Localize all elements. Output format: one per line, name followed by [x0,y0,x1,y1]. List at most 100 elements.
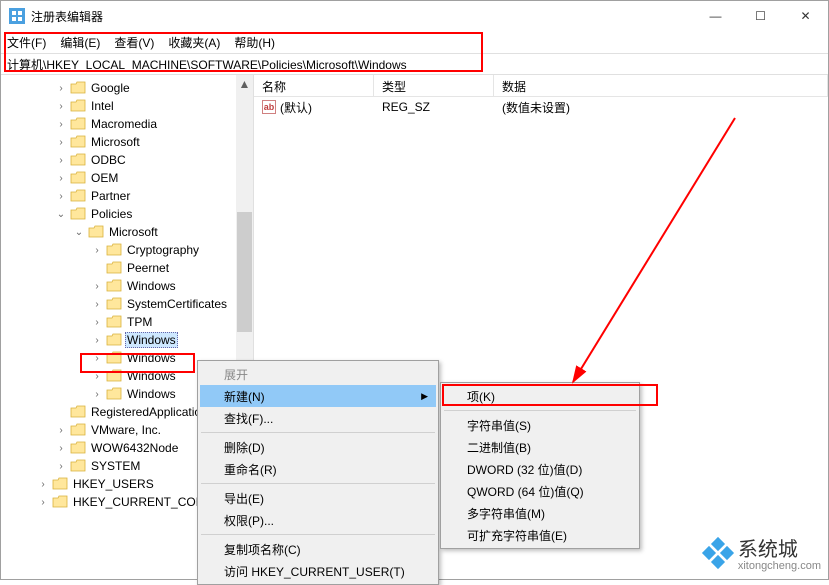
expand-toggle-icon[interactable]: › [55,137,67,148]
expand-toggle-icon[interactable]: › [91,353,103,364]
menu-favorites[interactable]: 收藏夹(A) [168,34,220,51]
expand-toggle-icon[interactable]: ⌄ [73,227,85,238]
sub-new-expand[interactable]: 可扩充字符串值(E) [443,524,637,546]
col-type[interactable]: 类型 [374,75,494,96]
expand-toggle-icon[interactable]: › [55,155,67,166]
tree-node[interactable]: ⌄ Policies [7,205,253,223]
tree-node[interactable]: › ODBC [7,151,253,169]
menu-file[interactable]: 文件(F) [7,34,46,51]
tree-node-label: Windows [125,351,178,365]
expand-toggle-icon[interactable]: ⌄ [55,209,67,220]
tree-node[interactable]: ›Windows [7,277,253,295]
address-bar[interactable]: 计算机\HKEY_LOCAL_MACHINE\SOFTWARE\Policies… [1,53,828,75]
tree-node-label: ODBC [89,153,128,167]
folder-icon [70,207,86,221]
tree-node-label: Cryptography [125,243,201,257]
app-icon [9,8,25,24]
submenu-arrow-icon: ▶ [421,391,428,402]
expand-toggle-icon[interactable]: › [37,479,49,490]
sub-new-binary[interactable]: 二进制值(B) [443,436,637,458]
scroll-up-icon[interactable]: ▲ [236,75,253,92]
ctx-permissions[interactable]: 权限(P)... [200,509,436,531]
folder-icon [70,423,86,437]
separator [444,410,636,411]
folder-icon [70,135,86,149]
tree-node-label: VMware, Inc. [89,423,163,437]
tree-node-label: Windows [125,387,178,401]
minimize-button[interactable]: — [693,1,738,31]
tree-node[interactable]: › Partner [7,187,253,205]
ctx-expand[interactable]: 展开 [200,363,436,385]
col-name[interactable]: 名称 [254,75,374,96]
tree-node-label: Google [89,81,132,95]
ctx-delete[interactable]: 删除(D) [200,436,436,458]
expand-toggle-icon[interactable]: › [91,389,103,400]
sub-new-dword[interactable]: DWORD (32 位)值(D) [443,458,637,480]
tree-node[interactable]: › Cryptography [7,241,253,259]
tree-node[interactable]: ›Windows [7,331,253,349]
folder-icon [70,171,86,185]
expand-toggle-icon[interactable]: › [91,299,103,310]
expand-toggle-icon[interactable]: › [91,245,103,256]
menu-view[interactable]: 查看(V) [114,34,154,51]
tree-node[interactable]: ›Macromedia [7,115,253,133]
tree-node-label: Partner [89,189,132,203]
expand-toggle-icon[interactable]: › [37,497,49,508]
ctx-new[interactable]: 新建(N)▶ [200,385,436,407]
sub-new-multi[interactable]: 多字符串值(M) [443,502,637,524]
tree-node[interactable]: ⌄Microsoft [7,223,253,241]
expand-toggle-icon[interactable]: › [55,461,67,472]
expand-toggle-icon[interactable]: › [55,173,67,184]
tree-node[interactable]: ›OEM [7,169,253,187]
sub-new-key[interactable]: 项(K) [443,385,637,407]
folder-icon [70,189,86,203]
expand-toggle-icon[interactable]: › [55,83,67,94]
ctx-copy-key-name[interactable]: 复制项名称(C) [200,538,436,560]
tree-node-label: Policies [89,207,134,221]
ctx-rename[interactable]: 重命名(R) [200,458,436,480]
expand-toggle-icon[interactable]: › [91,281,103,292]
folder-icon [70,405,86,419]
titlebar[interactable]: 注册表编辑器 — ☐ ✕ [1,1,828,31]
ctx-export[interactable]: 导出(E) [200,487,436,509]
scroll-thumb[interactable] [237,212,252,332]
folder-icon [106,261,122,275]
tree-node[interactable]: › Microsoft [7,133,253,151]
tree-node[interactable]: ›TPM [7,313,253,331]
value-data: (数值未设置) [494,99,828,116]
value-type: REG_SZ [374,100,494,114]
folder-icon [52,495,68,509]
list-header: 名称 类型 数据 [254,75,828,97]
menu-edit[interactable]: 编辑(E) [60,34,100,51]
tree-node[interactable]: › SystemCertificates [7,295,253,313]
expand-toggle-icon[interactable]: › [55,191,67,202]
folder-icon [70,153,86,167]
list-row[interactable]: ab (默认) REG_SZ (数值未设置) [254,97,828,117]
expand-toggle-icon[interactable]: › [55,425,67,436]
string-value-icon: ab [262,100,276,114]
menu-help[interactable]: 帮助(H) [234,34,275,51]
tree-node[interactable]: ›Intel [7,97,253,115]
context-submenu-new[interactable]: 项(K) 字符串值(S) 二进制值(B) DWORD (32 位)值(D) QW… [440,382,640,549]
tree-node-label: SystemCertificates [125,297,229,311]
expand-toggle-icon[interactable]: › [55,119,67,130]
tree-node[interactable]: › Google [7,79,253,97]
expand-toggle-icon[interactable]: › [91,317,103,328]
tree-node[interactable]: Peernet [7,259,253,277]
expand-toggle-icon[interactable]: › [91,335,103,346]
expand-toggle-icon[interactable]: › [55,101,67,112]
maximize-button[interactable]: ☐ [738,1,783,31]
tree-node-label: Windows [125,369,178,383]
watermark: 系统城 xitongcheng.com [704,533,821,572]
ctx-find[interactable]: 查找(F)... [200,407,436,429]
expand-toggle-icon[interactable]: › [55,443,67,454]
close-button[interactable]: ✕ [783,1,828,31]
folder-icon [106,297,122,311]
sub-new-string[interactable]: 字符串值(S) [443,414,637,436]
col-data[interactable]: 数据 [494,75,828,96]
context-menu[interactable]: 展开 新建(N)▶ 查找(F)... 删除(D) 重命名(R) 导出(E) 权限… [197,360,439,585]
sub-new-qword[interactable]: QWORD (64 位)值(Q) [443,480,637,502]
tree-node-label: Microsoft [89,135,142,149]
ctx-goto-hkcu[interactable]: 访问 HKEY_CURRENT_USER(T) [200,560,436,582]
expand-toggle-icon[interactable]: › [91,371,103,382]
